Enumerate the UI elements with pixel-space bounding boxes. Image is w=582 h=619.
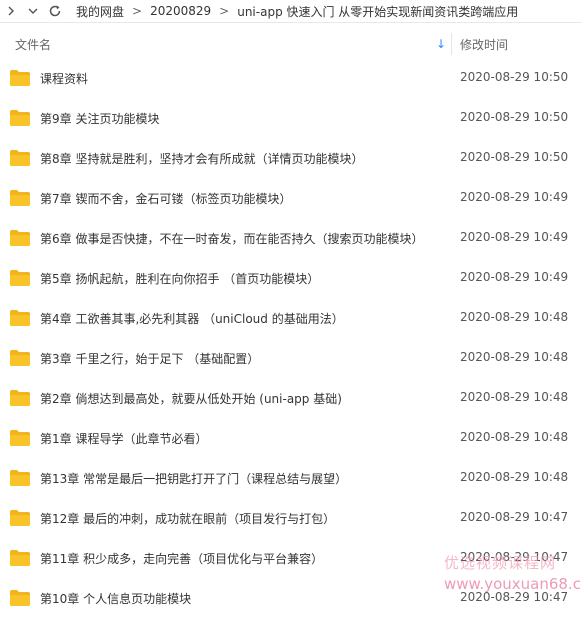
chevron-down-icon[interactable] (22, 0, 44, 22)
file-modified-date: 2020-08-29 10:47 (460, 510, 569, 524)
folder-icon (10, 190, 30, 206)
file-modified-date: 2020-08-29 10:47 (460, 590, 569, 604)
refresh-icon[interactable] (44, 0, 66, 22)
file-modified-date: 2020-08-29 10:49 (460, 230, 569, 244)
file-name: 第3章 千里之行，始于足下 （基础配置） (40, 352, 260, 366)
folder-icon (10, 390, 30, 406)
chevron-right-icon[interactable] (0, 0, 22, 22)
file-name: 第2章 倘想达到最高处，就要从低处开始 (uni-app 基础) (40, 392, 342, 406)
file-name: 第11章 积少成多，走向完善（项目优化与平台兼容） (40, 552, 324, 566)
folder-icon (10, 230, 30, 246)
file-name: 第7章 锲而不舍，金石可镂（标签页功能模块） (40, 192, 292, 206)
breadcrumb-item-date-folder[interactable]: 20200829 (150, 4, 211, 18)
file-row[interactable]: 第4章 工欲善其事,必先利其器 （uniCloud 的基础用法） 2020-08… (0, 298, 582, 338)
folder-icon (10, 550, 30, 566)
file-modified-date: 2020-08-29 10:50 (460, 110, 569, 124)
file-name: 第4章 工欲善其事,必先利其器 （uniCloud 的基础用法） (40, 312, 344, 326)
file-row[interactable]: 第13章 常常是最后一把钥匙打开了门（课程总结与展望） 2020-08-29 1… (0, 458, 582, 498)
folder-icon (10, 470, 30, 486)
file-name: 第10章 个人信息页功能模块 (40, 592, 192, 606)
file-modified-date: 2020-08-29 10:50 (460, 150, 569, 164)
file-list: 课程资料 2020-08-29 10:50 第9章 关注页功能模块 2020-0… (0, 58, 582, 618)
file-name: 第8章 坚持就是胜利，坚持才会有所成就（详情页功能模块） (40, 152, 364, 166)
breadcrumb-separator: > (219, 4, 230, 18)
folder-icon (10, 590, 30, 606)
file-row[interactable]: 第7章 锲而不舍，金石可镂（标签页功能模块） 2020-08-29 10:49 (0, 178, 582, 218)
column-divider[interactable] (451, 33, 452, 55)
file-name: 第12章 最后的冲刺，成功就在眼前（项目发行与打包） (40, 512, 336, 526)
file-row[interactable]: 第3章 千里之行，始于足下 （基础配置） 2020-08-29 10:48 (0, 338, 582, 378)
address-bar: 我的网盘 > 20200829 > uni-app 快速入门 从零开始实现新闻资… (0, 0, 582, 23)
file-row[interactable]: 第8章 坚持就是胜利，坚持才会有所成就（详情页功能模块） 2020-08-29 … (0, 138, 582, 178)
file-name: 课程资料 (40, 72, 89, 86)
file-row[interactable]: 第2章 倘想达到最高处，就要从低处开始 (uni-app 基础) 2020-08… (0, 378, 582, 418)
file-modified-date: 2020-08-29 10:47 (460, 550, 569, 564)
file-row[interactable]: 第6章 做事是否快捷，不在一时奋发，而在能否持久（搜索页功能模块） 2020-0… (0, 218, 582, 258)
file-modified-date: 2020-08-29 10:50 (460, 70, 569, 84)
file-modified-date: 2020-08-29 10:48 (460, 390, 569, 404)
file-modified-date: 2020-08-29 10:48 (460, 470, 569, 484)
file-name: 第6章 做事是否快捷，不在一时奋发，而在能否持久（搜索页功能模块） (40, 232, 424, 246)
file-row[interactable]: 第10章 个人信息页功能模块 2020-08-29 10:47 (0, 578, 582, 618)
breadcrumb-separator: > (132, 4, 143, 18)
folder-icon (10, 270, 30, 286)
file-name: 第5章 扬帆起航，胜利在向你招手 （首页功能模块） (40, 272, 320, 286)
file-row[interactable]: 第5章 扬帆起航，胜利在向你招手 （首页功能模块） 2020-08-29 10:… (0, 258, 582, 298)
folder-icon (10, 510, 30, 526)
file-modified-date: 2020-08-29 10:48 (460, 350, 569, 364)
file-modified-date: 2020-08-29 10:49 (460, 270, 569, 284)
breadcrumb-item-current-folder[interactable]: uni-app 快速入门 从零开始实现新闻资讯类跨端应用 (237, 3, 518, 20)
file-row[interactable]: 第9章 关注页功能模块 2020-08-29 10:50 (0, 98, 582, 138)
breadcrumb-item-root[interactable]: 我的网盘 (76, 3, 124, 20)
file-row[interactable]: 第11章 积少成多，走向完善（项目优化与平台兼容） 2020-08-29 10:… (0, 538, 582, 578)
folder-icon (10, 310, 30, 326)
file-row[interactable]: 课程资料 2020-08-29 10:50 (0, 58, 582, 98)
folder-icon (10, 110, 30, 126)
column-header: 文件名 ↓ 修改时间 (0, 33, 582, 55)
file-modified-date: 2020-08-29 10:49 (460, 190, 569, 204)
file-modified-date: 2020-08-29 10:48 (460, 310, 569, 324)
file-row[interactable]: 第1章 课程导学（此章节必看） 2020-08-29 10:48 (0, 418, 582, 458)
folder-icon (10, 70, 30, 86)
column-header-name[interactable]: 文件名 (15, 36, 51, 53)
file-name: 第1章 课程导学（此章节必看） (40, 432, 208, 446)
file-row[interactable]: 第12章 最后的冲刺，成功就在眼前（项目发行与打包） 2020-08-29 10… (0, 498, 582, 538)
folder-icon (10, 150, 30, 166)
sort-arrow-icon[interactable]: ↓ (436, 37, 446, 51)
file-name: 第9章 关注页功能模块 (40, 112, 160, 126)
folder-icon (10, 350, 30, 366)
file-name: 第13章 常常是最后一把钥匙打开了门（课程总结与展望） (40, 472, 348, 486)
column-header-modified[interactable]: 修改时间 (460, 36, 508, 53)
file-modified-date: 2020-08-29 10:48 (460, 430, 569, 444)
folder-icon (10, 430, 30, 446)
